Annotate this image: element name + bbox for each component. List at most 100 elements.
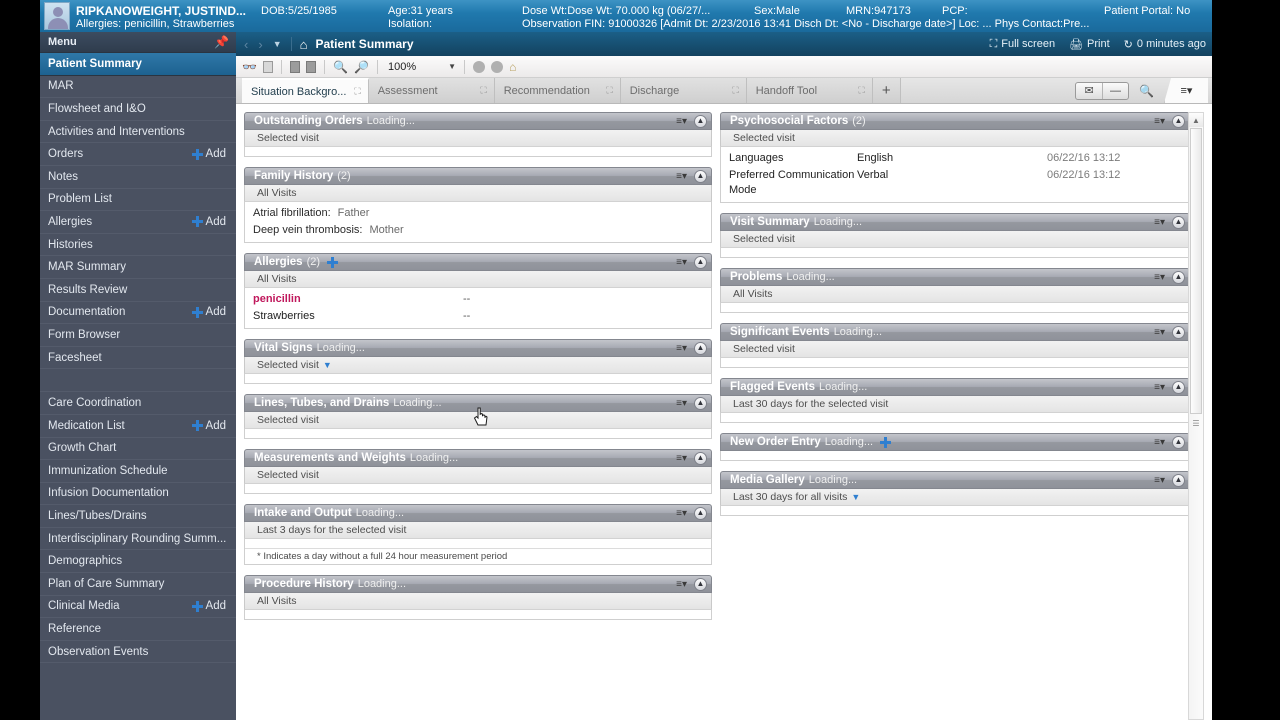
table-row[interactable]: Deep vein thrombosis: Mother — [245, 222, 711, 239]
card-filter[interactable]: Last 3 days for the selected visit — [244, 522, 712, 539]
chevron-up-icon[interactable]: ▲ — [694, 577, 707, 591]
card-header[interactable]: Significant Events Loading... ≡▾ ▲ — [720, 323, 1190, 341]
card-filter[interactable]: Selected visit — [244, 130, 712, 147]
pin-icon[interactable]: 📌 — [214, 36, 229, 48]
chevron-up-icon[interactable]: ▲ — [694, 396, 707, 410]
card-header[interactable]: Family History (2) ≡▾ ▲ — [244, 167, 712, 185]
sidebar-item-flowsheet-and-i-o[interactable]: Flowsheet and I&O — [40, 98, 236, 121]
card-filter[interactable]: Selected visit — [720, 341, 1190, 358]
table-row[interactable]: Atrial fibrillation: Father — [245, 205, 711, 222]
plus-icon[interactable] — [327, 256, 339, 268]
card-filter[interactable]: All Visits — [244, 593, 712, 610]
card-header[interactable]: Media Gallery Loading... ≡▾ ▲ — [720, 471, 1190, 489]
card-menu-icon[interactable]: ≡▾ — [676, 508, 687, 519]
sidebar-item-reference[interactable]: Reference — [40, 618, 236, 641]
caret-down-icon[interactable]: ▼ — [448, 62, 456, 71]
card-filter[interactable]: All Visits — [720, 286, 1190, 303]
card-menu-icon[interactable]: ≡▾ — [676, 398, 687, 409]
table-row[interactable]: Languages English 06/22/16 13:12 — [721, 150, 1189, 167]
card-header[interactable]: Psychosocial Factors (2) ≡▾ ▲ — [720, 112, 1190, 130]
sidebar-item-results-review[interactable]: Results Review — [40, 279, 236, 302]
card-header[interactable]: Flagged Events Loading... ≡▾ ▲ — [720, 378, 1190, 396]
table-row[interactable]: penicillin -- — [245, 291, 711, 308]
sidebar-add-button[interactable]: Add — [191, 415, 226, 437]
scrollbar-grip[interactable]: ☰ — [1190, 416, 1202, 430]
tab-situation-backgro[interactable]: Situation Backgro... ⛶ — [242, 78, 369, 103]
table-row[interactable]: Strawberries -- — [245, 308, 711, 325]
sidebar-add-button[interactable]: Add — [191, 143, 226, 165]
sidebar-item-observation-events[interactable]: Observation Events — [40, 641, 236, 664]
card-menu-icon[interactable]: ≡▾ — [1154, 382, 1165, 393]
sidebar-item-allergies[interactable]: Allergies Add — [40, 211, 236, 234]
chevron-up-icon[interactable]: ▲ — [694, 341, 707, 355]
card-menu-icon[interactable]: ≡▾ — [676, 116, 687, 127]
next-page-icon[interactable] — [306, 60, 316, 73]
sidebar-item-form-browser[interactable]: Form Browser — [40, 324, 236, 347]
sidebar-item-immunization-schedule[interactable]: Immunization Schedule — [40, 460, 236, 483]
sidebar-item-mar[interactable]: MAR — [40, 76, 236, 99]
sidebar-item-histories[interactable]: Histories — [40, 234, 236, 257]
caret-down-icon[interactable]: ▼ — [323, 360, 332, 370]
message-button-group[interactable]: ✉ — — [1075, 81, 1130, 100]
card-filter[interactable]: Selected visit — [244, 467, 712, 484]
card-menu-icon[interactable]: ≡▾ — [676, 171, 687, 182]
chevron-up-icon[interactable]: ▲ — [1172, 215, 1185, 229]
card-filter[interactable]: Last 30 days for all visits ▼ — [720, 489, 1190, 506]
expand-icon[interactable]: ⛶ — [480, 85, 486, 96]
card-menu-icon[interactable]: ≡▾ — [1154, 475, 1165, 486]
scroll-up-icon[interactable]: ▲ — [1189, 113, 1203, 127]
chevron-up-icon[interactable]: ▲ — [694, 451, 707, 465]
tab-assessment[interactable]: Assessment ⛶ — [368, 78, 495, 103]
card-header[interactable]: Allergies (2) ≡▾ ▲ — [244, 253, 712, 271]
expand-icon[interactable]: ⛶ — [354, 86, 360, 97]
home-icon[interactable]: ⌂ — [509, 61, 522, 73]
previous-page-icon[interactable] — [290, 60, 300, 73]
sidebar-item-interdisciplinary-rounding-summ[interactable]: Interdisciplinary Rounding Summ... — [40, 528, 236, 551]
card-header[interactable]: New Order Entry Loading... ≡▾ ▲ — [720, 433, 1190, 451]
zoom-out-icon[interactable]: 🔍 — [333, 59, 348, 74]
print-button[interactable]: 🖨 Print — [1069, 38, 1110, 51]
chevron-up-icon[interactable]: ▲ — [1172, 270, 1185, 284]
card-menu-icon[interactable]: ≡▾ — [676, 257, 687, 268]
card-menu-icon[interactable]: ≡▾ — [1154, 437, 1165, 448]
card-filter[interactable]: Selected visit — [244, 412, 712, 429]
chevron-up-icon[interactable]: ▲ — [694, 169, 707, 183]
circle-icon[interactable] — [491, 60, 504, 73]
tab-handoff-tool[interactable]: Handoff Tool ⛶ — [746, 78, 873, 103]
card-menu-icon[interactable]: ≡▾ — [1154, 116, 1165, 127]
sidebar-item-orders[interactable]: Orders Add — [40, 143, 236, 166]
chevron-right-icon[interactable]: › — [258, 37, 262, 52]
expand-icon[interactable]: ⛶ — [858, 85, 864, 96]
patient-name[interactable]: RIPKANOWEIGHT, JUSTIND... — [76, 4, 246, 18]
card-header[interactable]: Procedure History Loading... ≡▾ ▲ — [244, 575, 712, 593]
card-filter[interactable]: Selected visit ▼ — [244, 357, 712, 374]
zoom-in-icon[interactable]: 🔎 — [354, 59, 369, 74]
chevron-up-icon[interactable]: ▲ — [1172, 473, 1185, 487]
sidebar-add-button[interactable]: Add — [191, 302, 226, 324]
chevron-up-icon[interactable]: ▲ — [694, 506, 707, 520]
chevron-up-icon[interactable]: ▲ — [694, 114, 707, 128]
home-icon[interactable]: ⌂ — [300, 38, 308, 51]
card-menu-icon[interactable]: ≡▾ — [1154, 327, 1165, 338]
circle-icon[interactable] — [473, 60, 486, 73]
sidebar-item-medication-list[interactable]: Medication List Add — [40, 415, 236, 438]
vertical-scrollbar[interactable]: ▲ ☰ — [1188, 112, 1204, 720]
tab-discharge[interactable]: Discharge ⛶ — [620, 78, 747, 103]
card-header[interactable]: Outstanding Orders Loading... ≡▾ ▲ — [244, 112, 712, 130]
card-header[interactable]: Visit Summary Loading... ≡▾ ▲ — [720, 213, 1190, 231]
card-header[interactable]: Vital Signs Loading... ≡▾ ▲ — [244, 339, 712, 357]
caret-down-icon[interactable]: ▼ — [851, 492, 860, 502]
chevron-up-icon[interactable]: ▲ — [694, 255, 707, 269]
sidebar-item-growth-chart[interactable]: Growth Chart — [40, 438, 236, 461]
card-header[interactable]: Lines, Tubes, and Drains Loading... ≡▾ ▲ — [244, 394, 712, 412]
tab-recommendation[interactable]: Recommendation ⛶ — [494, 78, 621, 103]
sidebar-item-infusion-documentation[interactable]: Infusion Documentation — [40, 483, 236, 506]
sidebar-add-button[interactable]: Add — [191, 211, 226, 233]
minimize-icon[interactable]: — — [1102, 82, 1128, 99]
full-screen-button[interactable]: ⛶ Full screen — [990, 38, 1056, 51]
hamburger-menu-icon[interactable]: ≡▾ — [1164, 78, 1208, 103]
chevron-up-icon[interactable]: ▲ — [1172, 114, 1185, 128]
sidebar-item-facesheet[interactable]: Facesheet — [40, 347, 236, 370]
sidebar-item-demographics[interactable]: Demographics — [40, 550, 236, 574]
chevron-up-icon[interactable]: ▲ — [1172, 380, 1185, 394]
